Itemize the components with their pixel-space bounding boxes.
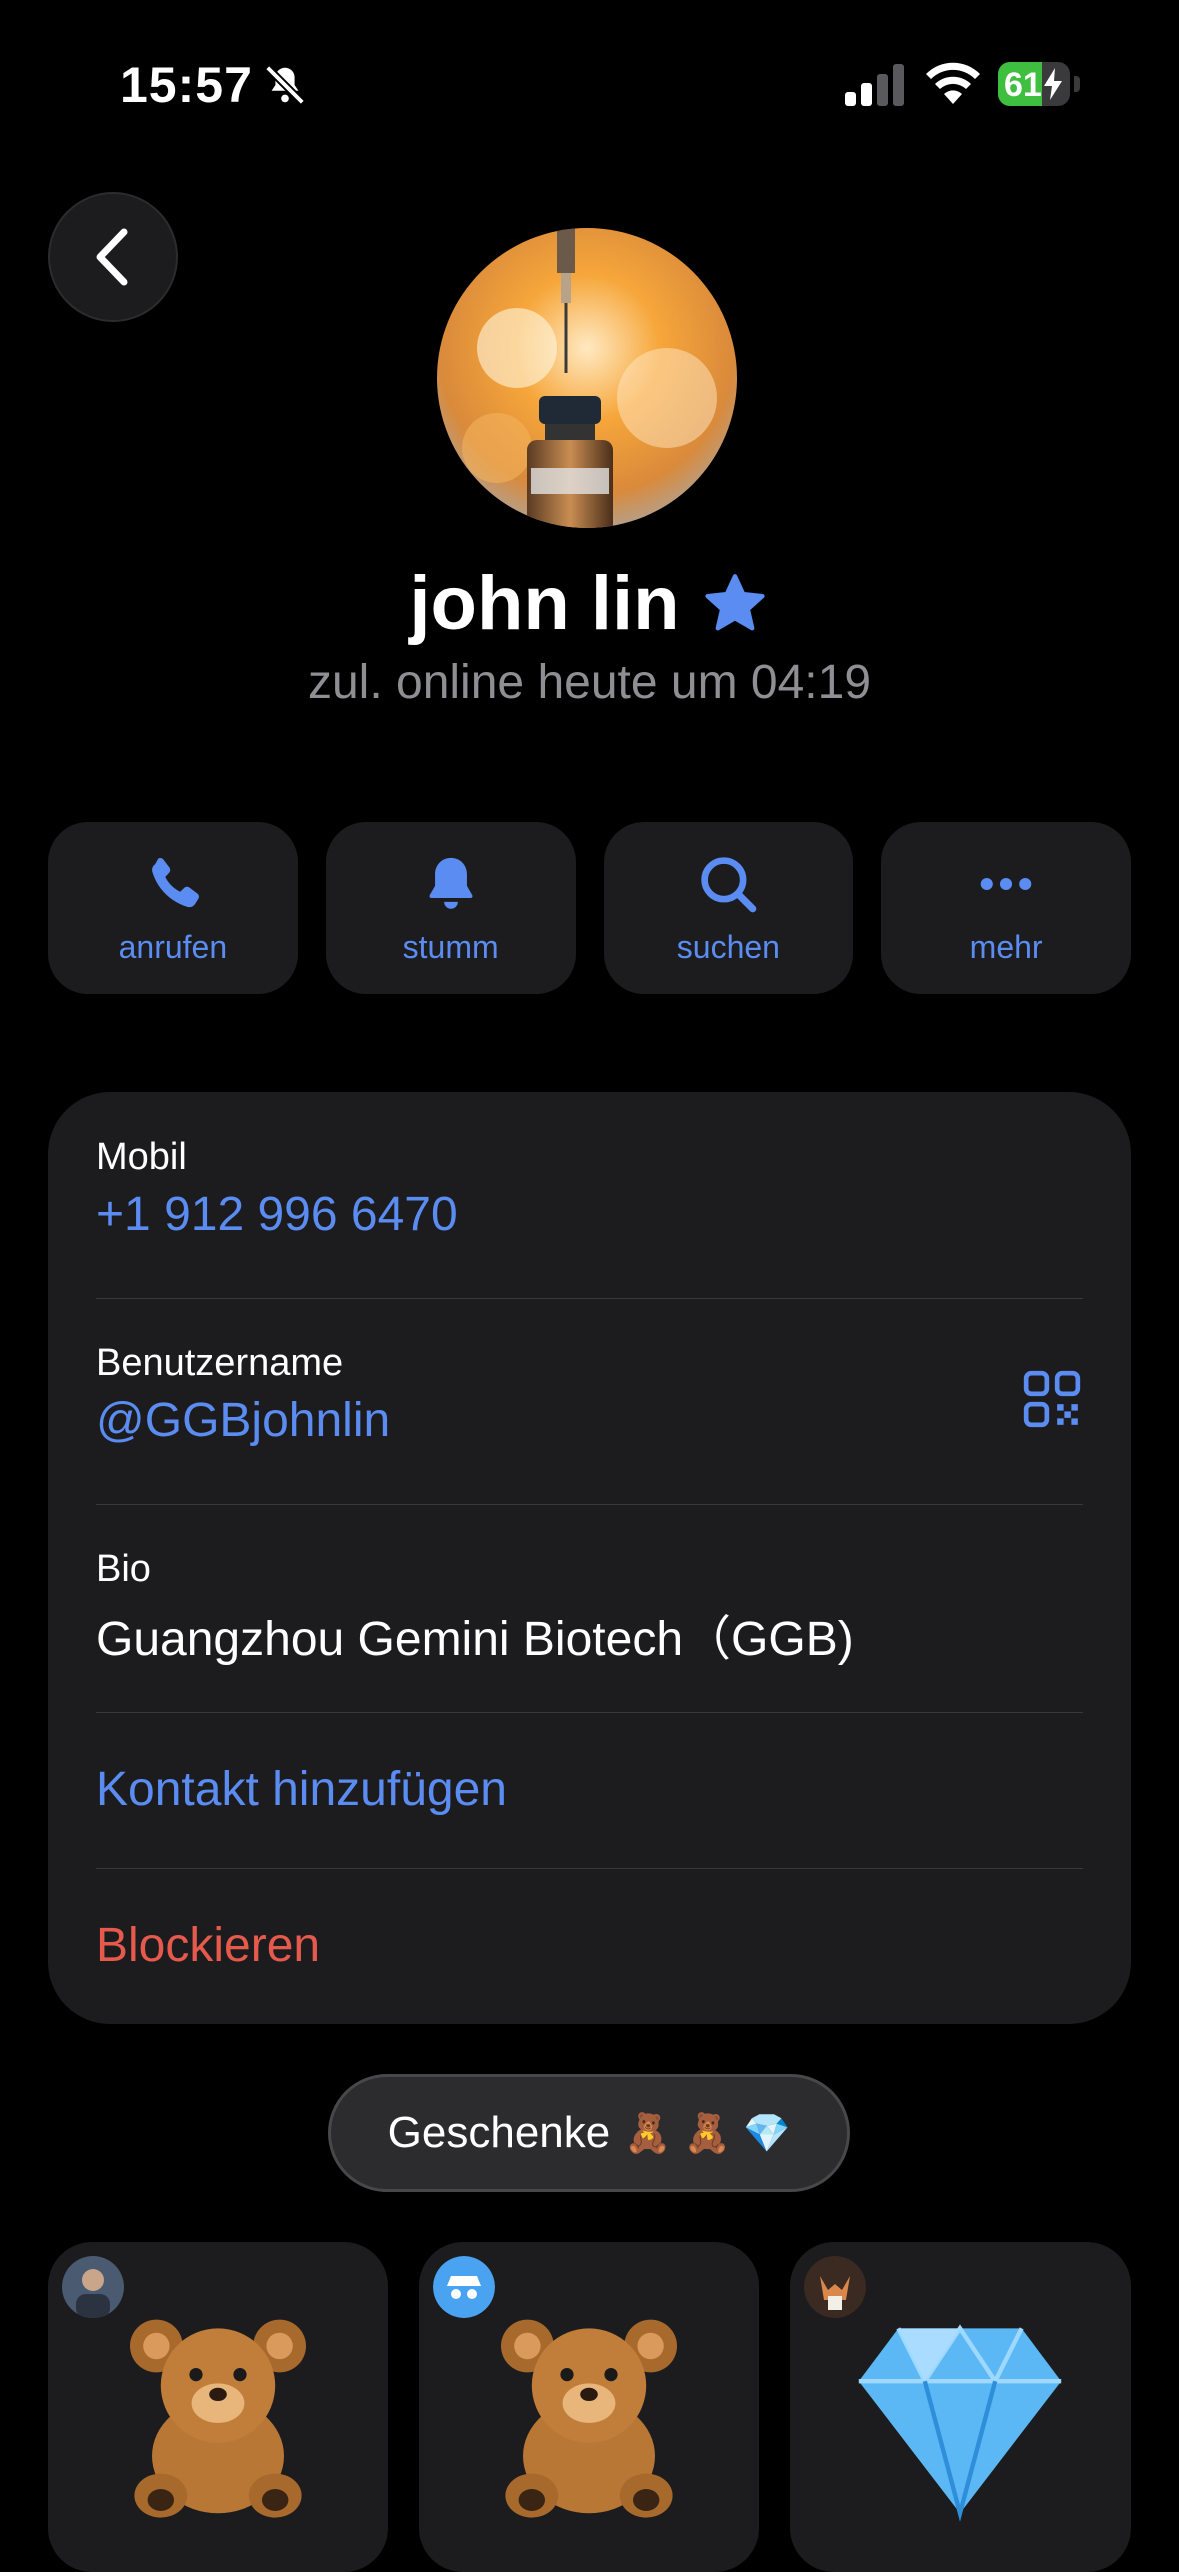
call-button[interactable]: anrufen (48, 822, 298, 994)
wifi-icon (926, 62, 980, 104)
bell-icon (429, 857, 473, 909)
last-seen-status: zul. online heute um 04:19 (307, 656, 872, 709)
mobile-label: Mobil (96, 1136, 187, 1178)
battery-percent: 61 (1004, 66, 1042, 104)
gift-item-diamond[interactable] (790, 2242, 1131, 2572)
charging-bolt-icon (1044, 68, 1062, 100)
search-button[interactable]: suchen (603, 822, 854, 994)
status-time: 15:57 (120, 57, 253, 113)
gifts-emojis: 🧸 🧸 💎 (624, 2110, 791, 2155)
more-button[interactable]: mehr (881, 822, 1131, 994)
info-card: Mobil +1 912 996 6470 Benutzername @GGBj… (48, 1092, 1131, 2024)
gift-item-teddy-bear[interactable] (48, 2242, 388, 2572)
teddy-bear-icon (130, 2319, 306, 2518)
teddy-bear-icon (501, 2319, 677, 2518)
gifts-label: Geschenke (387, 2108, 611, 2157)
more-icon (980, 877, 1032, 890)
gift-item-teddy-bear[interactable] (419, 2242, 759, 2572)
search-label: suchen (676, 928, 780, 965)
bell-off-icon (265, 65, 305, 105)
phone-icon (151, 857, 199, 907)
search-icon (701, 856, 757, 912)
bio-label: Bio (96, 1548, 151, 1590)
mute-label: stumm (402, 928, 499, 965)
profile-name-row: john lin (0, 560, 1179, 647)
divider (96, 1298, 1083, 1299)
action-bar: anrufen stumm suchen mehr (48, 822, 1131, 994)
diamond-icon (858, 2324, 1062, 2522)
call-label: anrufen (118, 928, 228, 965)
divider (96, 1868, 1083, 1869)
back-button[interactable] (48, 192, 178, 322)
mobile-number[interactable]: +1 912 996 6470 (96, 1187, 1083, 1242)
block-button[interactable]: Blockieren (96, 1918, 1083, 1973)
username-row[interactable]: Benutzername @GGBjohnlin (96, 1342, 1083, 1448)
gifts-tab[interactable]: Geschenke 🧸 🧸 💎 (328, 2074, 850, 2192)
mobile-row[interactable]: Mobil +1 912 996 6470 (96, 1136, 1083, 1242)
username-value[interactable]: @GGBjohnlin (96, 1393, 1083, 1448)
mute-button[interactable]: stumm (325, 822, 576, 994)
divider (96, 1504, 1083, 1505)
add-contact-button[interactable]: Kontakt hinzufügen (96, 1762, 1083, 1817)
profile-name: john lin (409, 561, 680, 646)
chevron-left-icon (96, 228, 128, 286)
qr-code-icon[interactable] (1021, 1368, 1083, 1430)
cellular-signal-icon (845, 64, 904, 106)
profile-avatar[interactable] (437, 228, 737, 528)
battery-indicator: 61 (998, 62, 1082, 108)
bio-row: Bio Guangzhou Gemini Biotech（GGB) (96, 1548, 1083, 1669)
username-label: Benutzername (96, 1342, 344, 1384)
star-badge-icon[interactable] (700, 569, 770, 639)
divider (96, 1712, 1083, 1713)
bio-text: Guangzhou Gemini Biotech（GGB) (96, 1613, 854, 1666)
more-label: mehr (969, 928, 1043, 965)
